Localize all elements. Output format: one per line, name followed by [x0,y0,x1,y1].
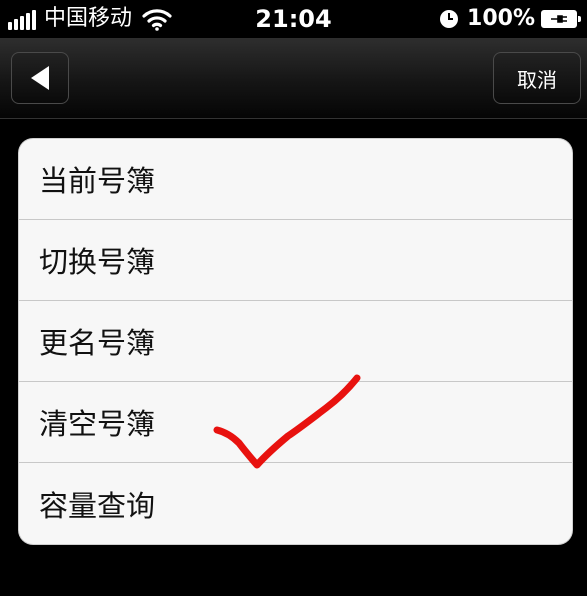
menu-item-clear-phonebook[interactable]: 清空号簿 [19,382,572,463]
navigation-bar: 取消 [0,38,587,119]
back-arrow-icon [31,66,49,90]
battery-charging-icon [541,10,581,28]
battery-percentage: 100% [467,6,535,31]
status-right: 100% [439,6,581,32]
menu-item-rename-phonebook[interactable]: 更名号簿 [19,301,572,382]
phonebook-menu: 当前号簿 切换号簿 更名号簿 清空号簿 容量查询 [19,139,572,544]
menu-item-capacity-query[interactable]: 容量查询 [19,463,572,544]
menu-item-switch-phonebook[interactable]: 切换号簿 [19,220,572,301]
status-bar: 中国移动 21:04 100% [0,0,587,38]
back-button[interactable] [11,52,69,104]
cancel-button[interactable]: 取消 [493,52,581,104]
alarm-clock-icon [440,10,459,28]
menu-item-current-phonebook[interactable]: 当前号簿 [19,139,572,220]
charging-plug-icon [551,15,567,23]
